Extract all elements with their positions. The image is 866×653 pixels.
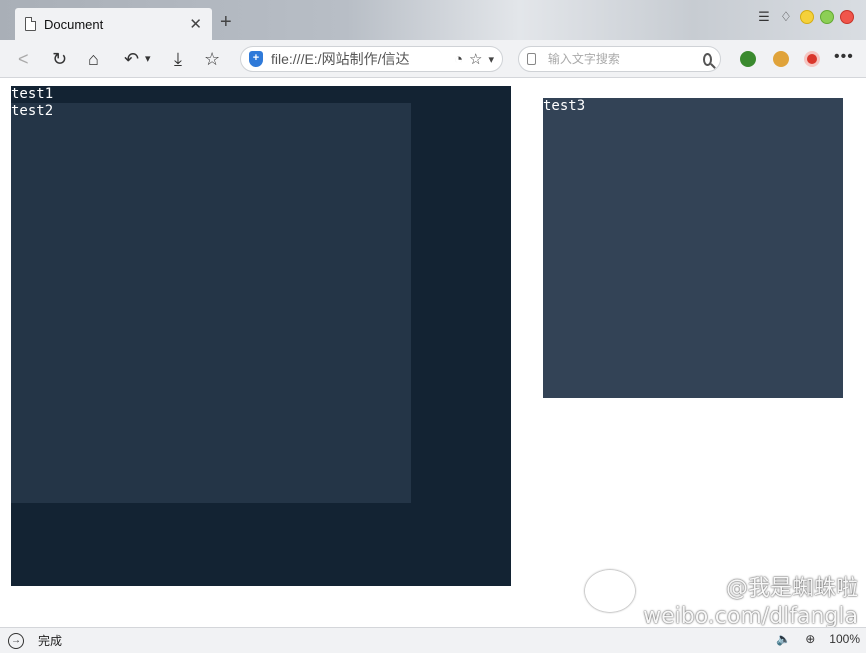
navigation-toolbar: < ↻ ⌂ ↶ ▾ ⤓ ☆ + file:///E:/网站制作/信达 ◔ ☆ ▾… <box>0 40 866 78</box>
address-dropdown-icon[interactable]: ▾ <box>488 53 494 66</box>
sound-icon[interactable]: 🔈 <box>776 632 791 646</box>
favorites-button[interactable]: ☆ <box>204 48 220 70</box>
undo-close-button[interactable]: ↶ <box>124 48 139 70</box>
undo-dropdown-icon[interactable]: ▾ <box>145 48 151 70</box>
test1-box: test1 test2 <box>11 86 511 586</box>
new-tab-button[interactable]: + <box>220 12 232 32</box>
search-engine-icon[interactable] <box>527 53 536 65</box>
url-text[interactable]: file:///E:/网站制作/信达 <box>271 49 448 69</box>
tab-title: Document <box>44 16 104 32</box>
status-arrow-icon[interactable]: → <box>8 632 24 649</box>
test2-box: test2 <box>11 103 411 503</box>
watermark-handle: @我是蜘蛛啦 <box>725 576 858 601</box>
menu-icon[interactable]: ☰ <box>756 9 772 25</box>
zoom-icon[interactable]: ⊕ <box>805 632 815 646</box>
close-window-button[interactable] <box>840 10 854 24</box>
document-icon <box>25 17 36 31</box>
test3-label: test3 <box>543 98 586 114</box>
test2-label: test2 <box>11 103 54 119</box>
status-tools: 🔈 ⊕ 100% <box>776 632 860 646</box>
bookmark-star-icon[interactable]: ☆ <box>469 50 482 68</box>
page-viewport: test1 test2 test3 <box>0 78 866 627</box>
search-box <box>518 46 721 72</box>
extension-1-icon[interactable] <box>740 51 756 67</box>
watermark-url: weibo.com/dlfangla <box>643 604 858 629</box>
home-button[interactable]: ⌂ <box>88 48 99 70</box>
weibo-logo-icon <box>585 570 636 612</box>
maximize-button[interactable] <box>820 10 834 24</box>
status-text: 完成 <box>38 634 63 648</box>
zoom-level[interactable]: 100% <box>829 632 860 646</box>
adblock-icon[interactable] <box>804 51 820 67</box>
weibo-watermark: @我是蜘蛛啦 weibo.com/dlfangla <box>585 570 858 629</box>
title-bar: Document ✕ + ☰ ♢ <box>0 0 866 40</box>
tab-document[interactable]: Document ✕ <box>15 8 212 40</box>
security-shield-icon[interactable]: + <box>249 51 263 67</box>
search-input[interactable] <box>547 52 703 66</box>
reload-button[interactable]: ↻ <box>52 48 67 70</box>
back-button[interactable]: < <box>18 48 29 70</box>
address-bar[interactable]: + file:///E:/网站制作/信达 ◔ ☆ ▾ <box>240 46 503 72</box>
test3-box: test3 <box>543 98 843 398</box>
status-bar: → 完成 🔈 ⊕ 100% <box>0 627 866 653</box>
skin-icon[interactable]: ♢ <box>778 9 794 25</box>
window-controls: ☰ ♢ <box>756 9 854 25</box>
more-menu-icon[interactable]: ••• <box>834 48 854 66</box>
test1-label: test1 <box>11 86 54 102</box>
speed-icon[interactable]: ◔ <box>454 51 463 68</box>
search-icon[interactable] <box>702 52 712 66</box>
close-tab-icon[interactable]: ✕ <box>189 15 202 33</box>
extension-2-icon[interactable] <box>773 51 789 67</box>
minimize-button[interactable] <box>800 10 814 24</box>
download-button[interactable]: ⤓ <box>174 48 182 70</box>
